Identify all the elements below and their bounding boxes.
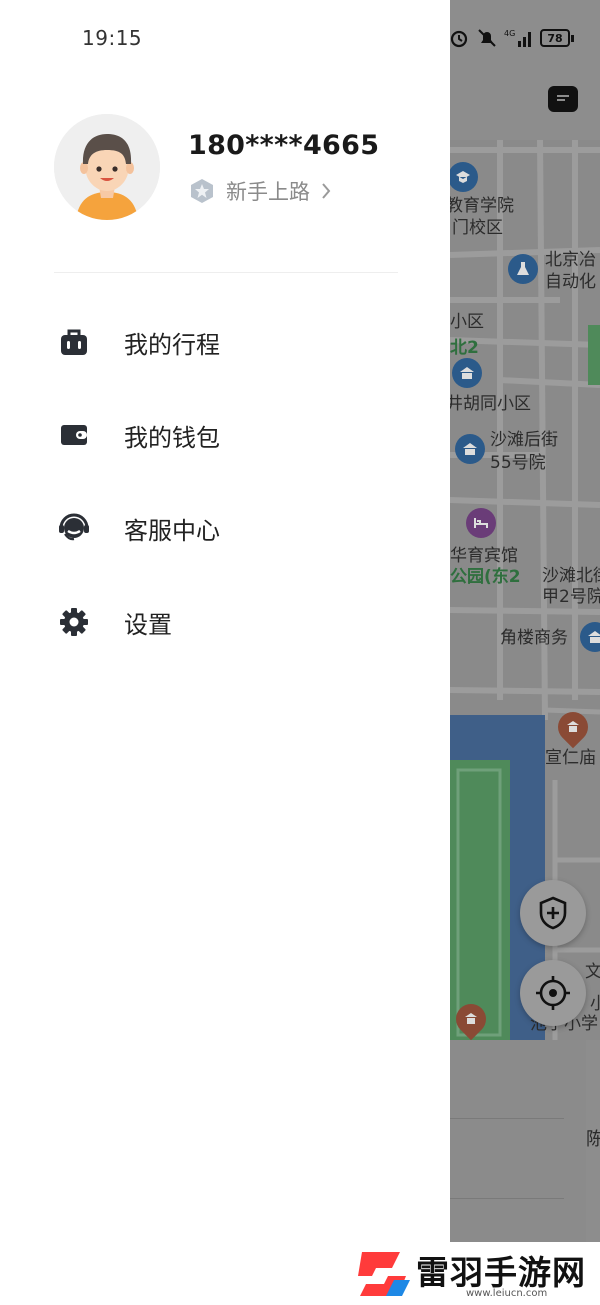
alarm-icon bbox=[450, 30, 468, 48]
locate-button[interactable] bbox=[520, 960, 586, 1026]
map-label: 沙滩后街 bbox=[490, 430, 558, 450]
map-label: 文 bbox=[585, 962, 600, 982]
user-phone[interactable]: 180****4665 bbox=[188, 130, 379, 161]
menu-item-support[interactable]: 客服中心 bbox=[54, 498, 398, 558]
menu-item-label: 客服中心 bbox=[124, 516, 220, 545]
menu-item-settings[interactable]: 设置 bbox=[54, 592, 398, 652]
menu-item-label: 我的行程 bbox=[124, 330, 220, 359]
battery-level: 78 bbox=[540, 29, 570, 47]
map-label: 陈 bbox=[586, 1129, 600, 1150]
map-label: 小 bbox=[590, 994, 600, 1014]
message-icon bbox=[557, 95, 569, 101]
safety-button[interactable] bbox=[520, 880, 586, 946]
gear-icon bbox=[54, 602, 94, 642]
map-label: 北京冶 bbox=[545, 250, 596, 270]
menu-item-label: 我的钱包 bbox=[124, 423, 220, 452]
level-badge-icon bbox=[191, 179, 213, 203]
member-level-label: 新手上路 bbox=[226, 180, 310, 204]
sheet-divider bbox=[450, 1198, 564, 1199]
map-label: 小区 bbox=[450, 312, 484, 332]
map-label: 北2 bbox=[450, 338, 479, 358]
battery-icon: 78 bbox=[540, 29, 574, 47]
hotel-poi-icon[interactable] bbox=[466, 508, 496, 538]
map-label: 门校区 bbox=[452, 218, 503, 238]
map-label: 教育学院 bbox=[446, 196, 514, 216]
wallet-icon bbox=[54, 415, 94, 455]
side-drawer: 19:15 180****4665 新手上路 我的行程 我的钱包 客服中心 设置 bbox=[0, 0, 450, 1305]
map-label: 55号院 bbox=[490, 453, 546, 473]
svg-text:4G: 4G bbox=[504, 29, 515, 38]
map-label: 井胡同小区 bbox=[446, 394, 531, 414]
sheet-divider bbox=[450, 1118, 564, 1119]
map-label: 甲2号院 bbox=[542, 587, 600, 607]
user-avatar-icon bbox=[54, 114, 160, 220]
map-label: 华育宾馆 bbox=[450, 546, 518, 566]
profile-divider bbox=[54, 272, 398, 273]
signal-icon: 4G bbox=[504, 29, 531, 47]
chevron-right-icon bbox=[322, 183, 331, 199]
map-label: 角楼商务 bbox=[500, 628, 568, 648]
menu-item-label: 设置 bbox=[124, 610, 172, 639]
headset-icon bbox=[54, 508, 94, 548]
watermark-name: 雷羽手游网 bbox=[416, 1253, 586, 1292]
watermark: 雷羽手游网 www.leiucn.com bbox=[352, 1242, 600, 1305]
school-poi-icon[interactable] bbox=[448, 162, 478, 192]
mute-bell-icon bbox=[478, 29, 496, 47]
locate-icon bbox=[536, 976, 570, 1010]
watermark-logo-icon bbox=[358, 1252, 410, 1296]
residence-poi-icon[interactable] bbox=[452, 358, 482, 388]
suitcase-icon bbox=[54, 322, 94, 362]
lab-poi-icon[interactable] bbox=[508, 254, 538, 284]
status-icons: 4G 78 bbox=[448, 26, 574, 50]
map-label: 公园(东2 bbox=[450, 567, 521, 587]
map-label: 自动化 bbox=[545, 272, 596, 292]
shield-plus-icon bbox=[539, 896, 567, 930]
map-label: 沙滩北街 bbox=[542, 566, 600, 586]
message-button[interactable] bbox=[548, 86, 578, 112]
avatar[interactable] bbox=[54, 114, 160, 220]
watermark-url: www.leiucn.com bbox=[466, 1288, 548, 1299]
menu-item-wallet[interactable]: 我的钱包 bbox=[54, 405, 398, 465]
map-label: 宣仁庙 bbox=[545, 748, 596, 768]
menu-item-trips[interactable]: 我的行程 bbox=[54, 312, 398, 372]
member-level-link[interactable]: 新手上路 bbox=[188, 176, 332, 206]
status-time: 19:15 bbox=[82, 26, 143, 50]
residence-poi-icon[interactable] bbox=[455, 434, 485, 464]
